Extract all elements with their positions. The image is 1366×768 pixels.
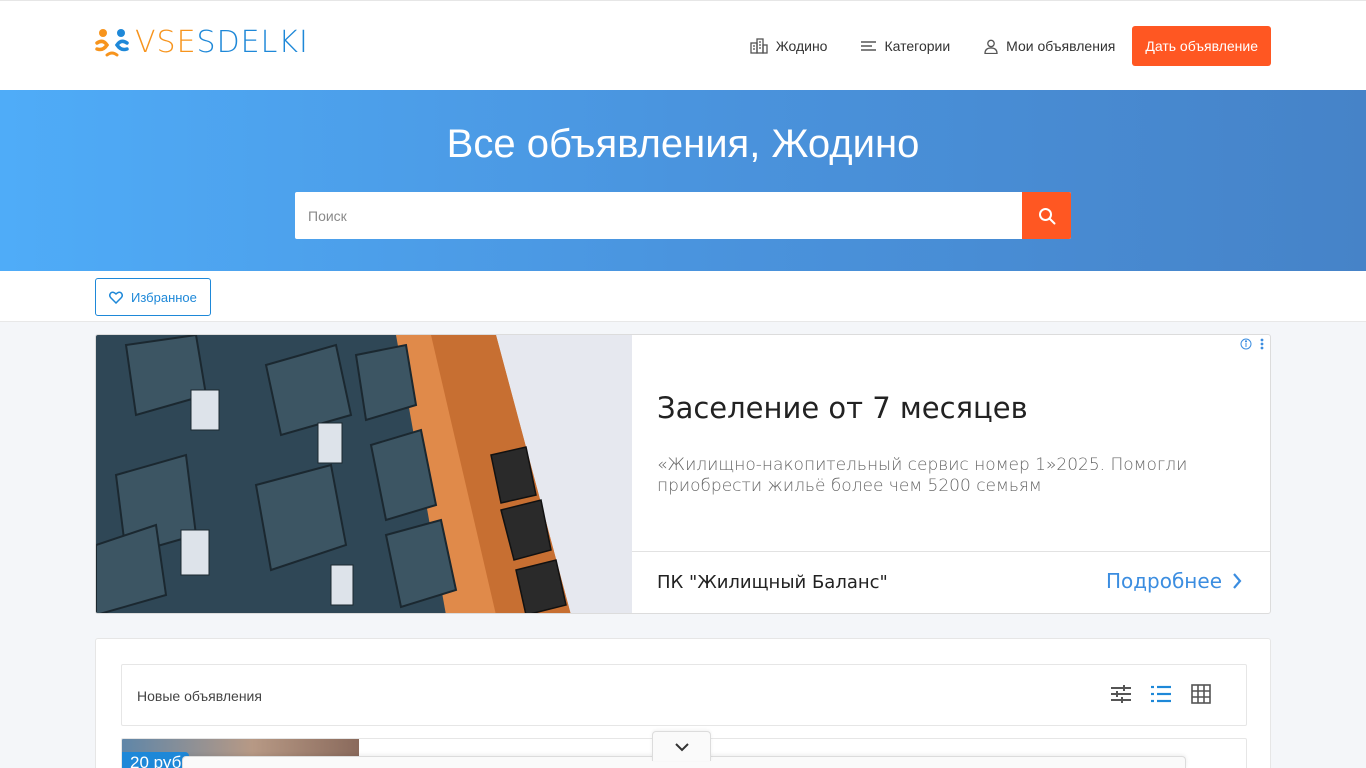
- ad-divider: [632, 551, 1270, 552]
- ad-image[interactable]: [96, 335, 632, 613]
- site-logo[interactable]: VSESDELKI: [95, 25, 309, 60]
- ad-more-label: Подробнее: [1105, 569, 1222, 593]
- grid-view-icon: [1191, 684, 1211, 704]
- search-bar: [295, 192, 1071, 239]
- ad-title[interactable]: Заселение от 7 месяцев: [657, 391, 1028, 425]
- page-title: Все объявления, Жодино: [446, 122, 920, 166]
- logo-mark-icon: [95, 25, 129, 59]
- user-icon: [984, 39, 998, 54]
- nav-city[interactable]: Жодино: [750, 38, 828, 54]
- filter-icon: [1111, 685, 1131, 703]
- city-icon: [750, 38, 768, 54]
- logo-text-part2: SDELKI: [196, 24, 309, 60]
- logo-text: VSESDELKI: [135, 25, 309, 60]
- hero-section: Все объявления, Жодино: [0, 90, 1366, 271]
- listing-card-price: 20 руб: [122, 752, 190, 768]
- main-nav: Жодино Категории Мои объявления Дать объ…: [716, 26, 1271, 66]
- bottom-panel-toggle[interactable]: [652, 731, 711, 761]
- nav-categories-label: Категории: [884, 38, 951, 54]
- info-icon[interactable]: [1240, 338, 1252, 350]
- ad-more-link[interactable]: Подробнее: [1106, 569, 1242, 593]
- grid-view-button[interactable]: [1190, 684, 1212, 704]
- ad-banner[interactable]: Заселение от 7 месяцев «Жилищно-накопите…: [95, 334, 1271, 614]
- more-icon[interactable]: [1258, 337, 1266, 351]
- nav-my-ads[interactable]: Мои объявления: [984, 38, 1115, 54]
- favorites-strip: Избранное: [0, 271, 1366, 322]
- logo-text-part1: VSE: [135, 24, 197, 60]
- search-button[interactable]: [1022, 192, 1071, 239]
- ad-description: «Жилищно-накопительный сервис номер 1»20…: [657, 455, 1188, 496]
- nav-categories[interactable]: Категории: [861, 38, 950, 54]
- chevron-right-icon: [1233, 573, 1242, 589]
- nav-my-ads-label: Мои объявления: [1006, 38, 1116, 54]
- ad-info-controls: [1240, 337, 1266, 351]
- ad-content: Заселение от 7 месяцев «Жилищно-накопите…: [632, 335, 1270, 613]
- list-view-icon: [1151, 685, 1171, 703]
- post-ad-button[interactable]: Дать объявление: [1132, 26, 1271, 66]
- filter-button[interactable]: [1110, 684, 1132, 704]
- favorites-button[interactable]: Избранное: [95, 278, 211, 316]
- search-icon: [1038, 207, 1055, 224]
- listing-title: Новые объявления: [137, 688, 262, 704]
- building-image: [96, 335, 632, 613]
- search-input[interactable]: [295, 192, 1022, 239]
- heart-icon: [109, 291, 123, 304]
- menu-icon: [861, 41, 877, 51]
- ad-company: ПК "Жилищный Баланс": [657, 572, 888, 593]
- list-view-button[interactable]: [1150, 684, 1172, 704]
- nav-city-label: Жодино: [775, 38, 828, 54]
- favorites-label: Избранное: [131, 289, 197, 305]
- chevron-down-icon: [674, 742, 689, 751]
- top-bar: VSESDELKI Жодино Категории Мои объявлени…: [0, 0, 1366, 90]
- view-switcher: [1092, 684, 1212, 704]
- listing-header: Новые объявления: [121, 664, 1247, 726]
